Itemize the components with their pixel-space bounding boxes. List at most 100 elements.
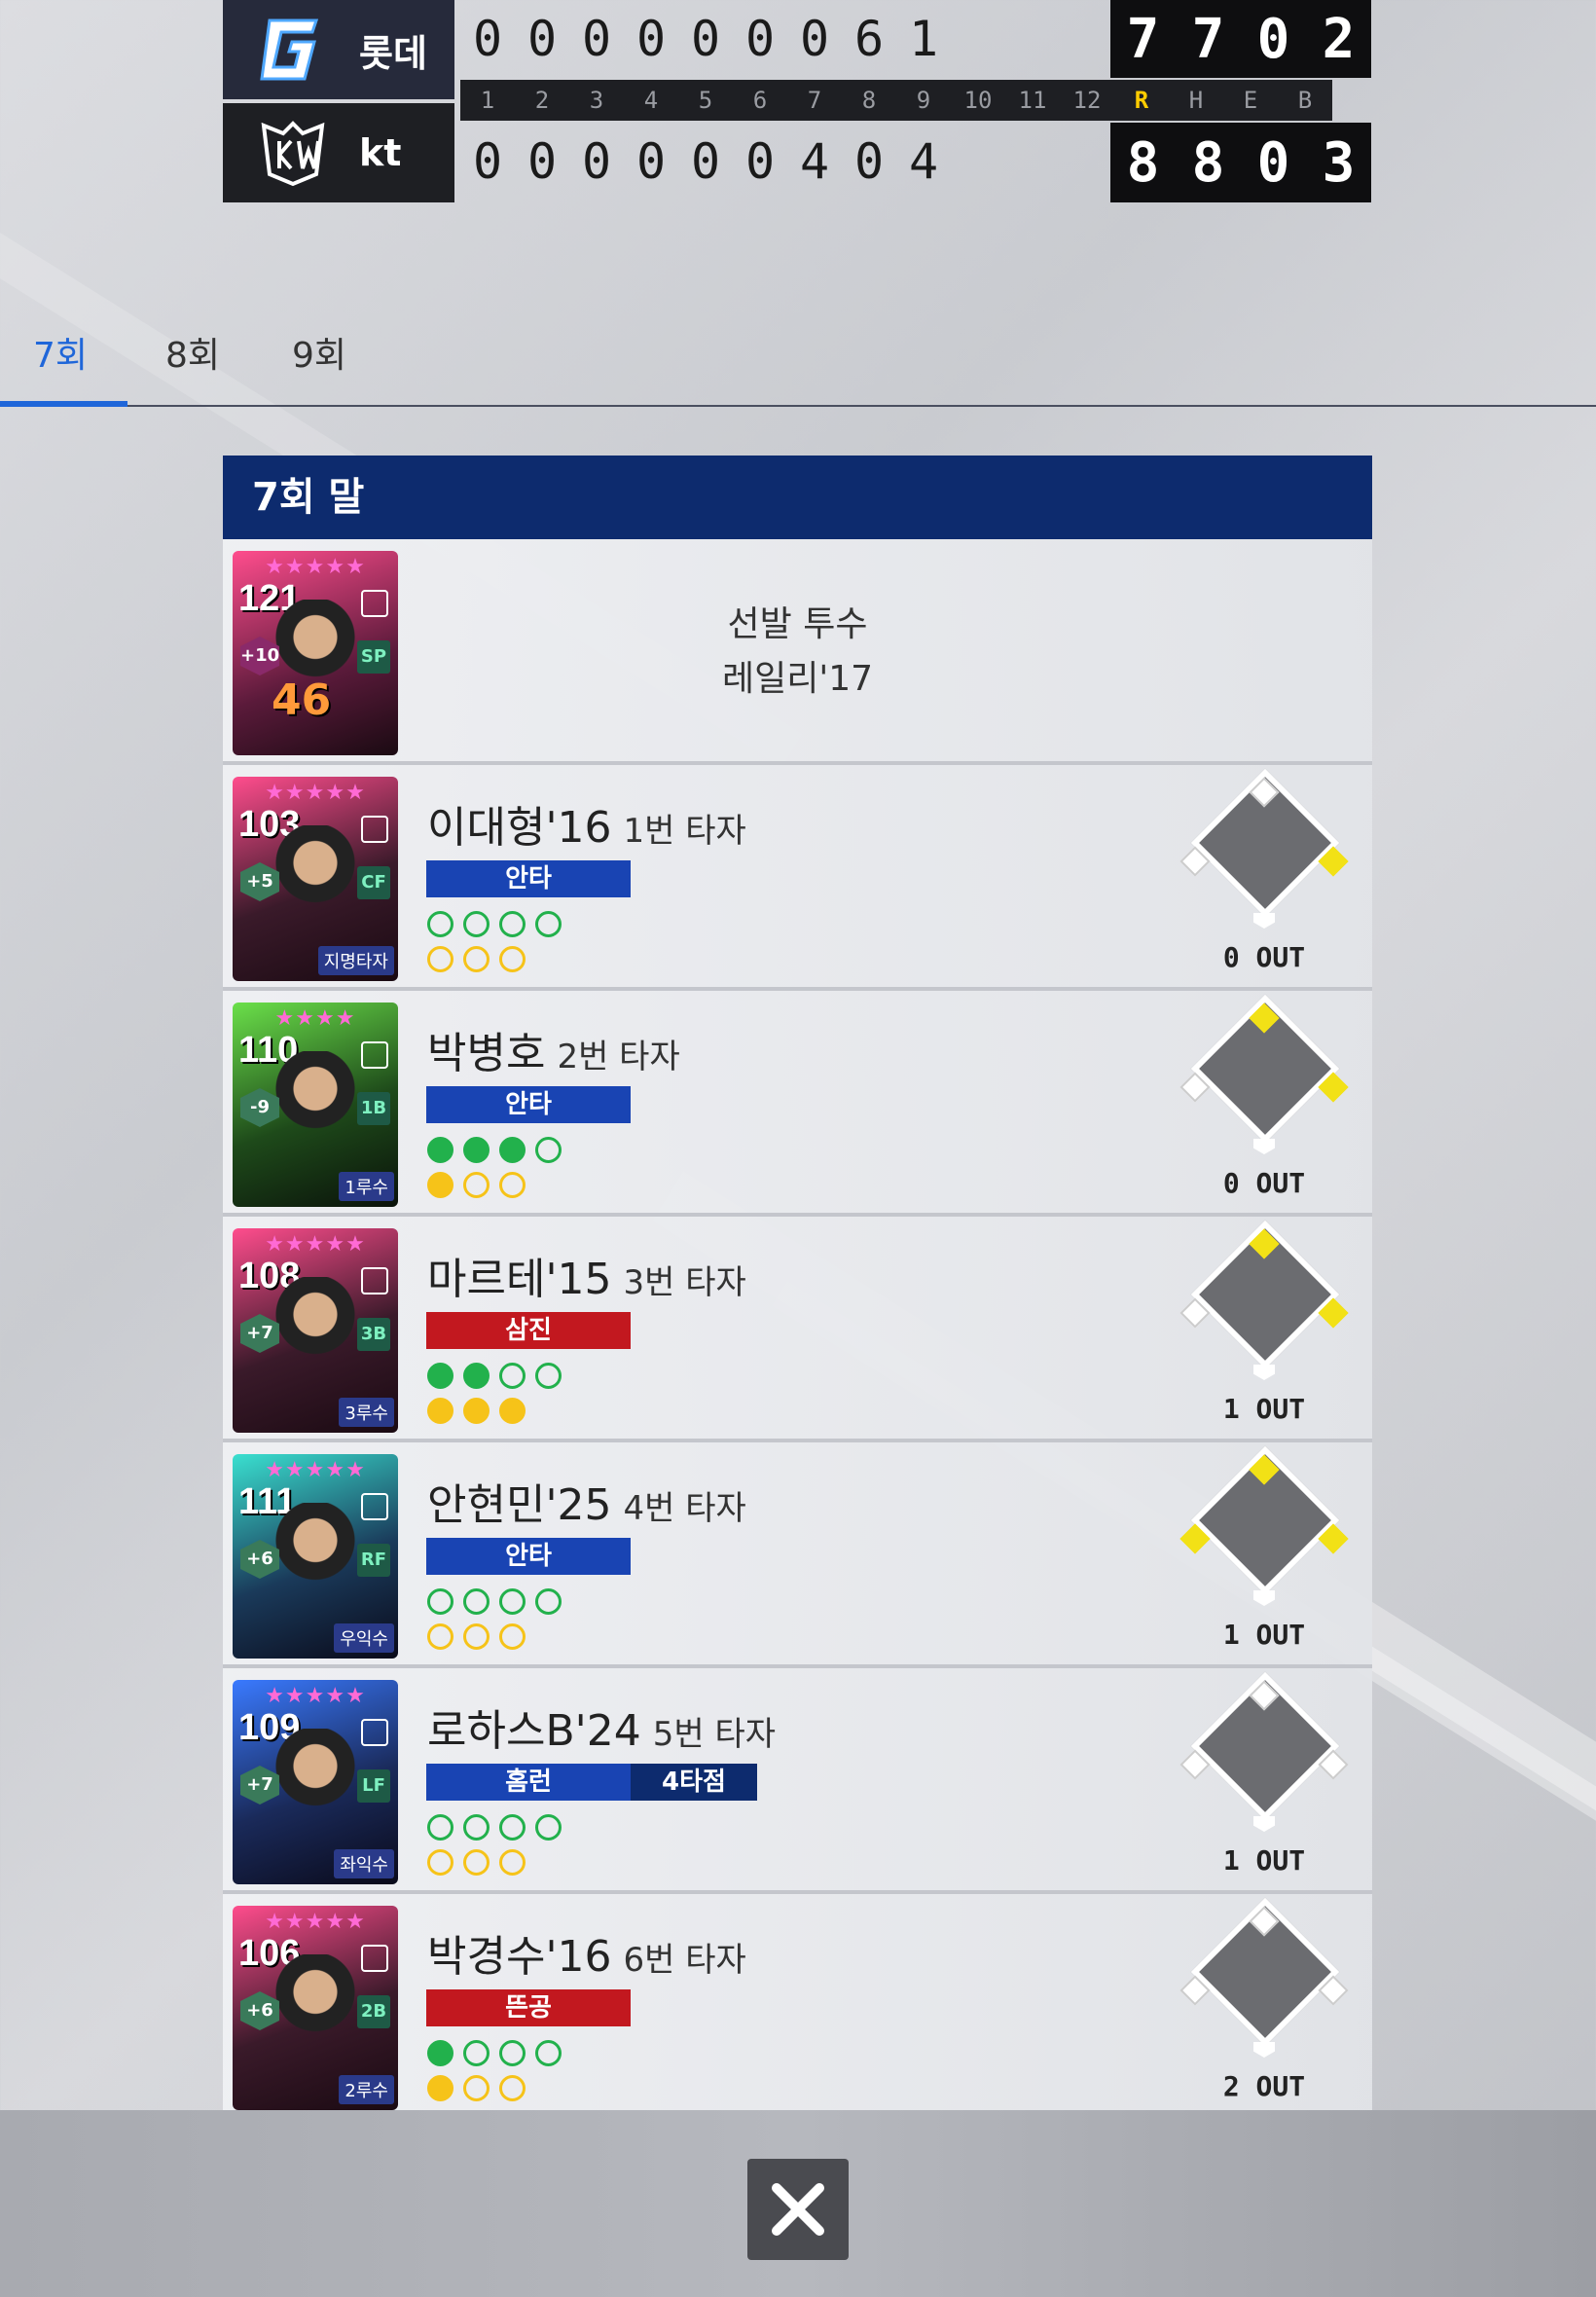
batter-name: 박병호: [427, 1029, 546, 1078]
batting-order: 4번 타자: [623, 1489, 746, 1528]
at-bat-result: 안타: [426, 1538, 631, 1575]
away-runs: 7: [1126, 7, 1160, 71]
ball-count: [427, 2040, 562, 2066]
ball-count: [427, 1137, 562, 1163]
away-inning-8: 6: [853, 11, 885, 67]
inning-half-header: 7회 말: [223, 456, 1372, 539]
ball-count-dot: [463, 2040, 490, 2066]
ball-count-dot: [499, 911, 526, 937]
player-photo: [272, 1503, 359, 1610]
player-card[interactable]: ★★★★★ 111 +6 RF 우익수: [233, 1454, 398, 1659]
base-diamond: 1 OUT: [1179, 1445, 1349, 1653]
strike-count-dot: [499, 1172, 526, 1198]
ball-count-dot: [499, 1814, 526, 1841]
card-position: 3B: [357, 1318, 390, 1351]
batter-name: 안현민'25: [427, 1480, 612, 1530]
result-badge: 안타: [426, 1086, 631, 1123]
ball-count-dot: [463, 1137, 490, 1163]
inning-label: 4: [643, 87, 659, 114]
inning-label: 3: [589, 87, 604, 114]
team-mini-icon: [361, 1267, 388, 1294]
player-card[interactable]: ★★★★ 110 -9 1B 1루수: [233, 1003, 398, 1207]
player-card[interactable]: ★★★★★ 108 +7 3B 3루수: [233, 1228, 398, 1433]
card-role-badge: 3루수: [339, 1398, 394, 1427]
player-card[interactable]: ★★★★★ 106 +6 2B 2루수: [233, 1906, 398, 2110]
strike-count-dot: [463, 1398, 490, 1424]
ball-count-dot: [427, 1588, 453, 1615]
batter-name: 마르테'15: [427, 1255, 612, 1304]
card-stars: ★★★★★: [265, 1910, 366, 1934]
away-inning-5: 0: [690, 11, 721, 67]
tab-inning-9[interactable]: 9회: [292, 327, 346, 378]
strike-count-dot: [427, 1849, 453, 1876]
ball-count-dot: [427, 1814, 453, 1841]
batter-row: ★★★★★ 109 +7 LF 좌익수 로하스B'24 5번 타자 홈런 4타점 …: [223, 1668, 1372, 1894]
strike-count-dot: [463, 946, 490, 972]
base-diamond: 1 OUT: [1179, 1671, 1349, 1878]
strike-count-dot: [427, 2075, 453, 2101]
base-diamond: 2 OUT: [1179, 1897, 1349, 2104]
ball-count: [427, 911, 562, 937]
batting-order: 2번 타자: [557, 1038, 680, 1076]
ball-count-dot: [427, 1363, 453, 1389]
ball-count: [427, 1588, 562, 1615]
inning-label: 1: [480, 87, 495, 114]
ball-count-dot: [535, 2040, 562, 2066]
ball-count-dot: [499, 1363, 526, 1389]
ball-count-dot: [427, 911, 453, 937]
card-role-badge: 지명타자: [317, 946, 394, 975]
inning-label: 10: [963, 87, 993, 114]
ball-count: [427, 1363, 562, 1389]
home-inning-5: 0: [690, 133, 721, 190]
card-stars: ★★★★★: [265, 1232, 366, 1257]
card-role-badge: 우익수: [334, 1623, 394, 1653]
ball-count-dot: [463, 911, 490, 937]
card-position: RF: [357, 1544, 390, 1577]
inning-label: 8: [861, 87, 877, 114]
home-inning-9: 4: [908, 133, 939, 190]
batter-name-line: 마르테'15 3번 타자: [427, 1244, 746, 1306]
ball-count-dot: [535, 1363, 562, 1389]
at-bat-result: 삼진: [426, 1312, 631, 1349]
home-team-name: kt: [359, 131, 402, 174]
team-mini-icon: [361, 816, 388, 843]
strike-count-dot: [499, 2075, 526, 2101]
inning-tabs: 7회 8회 9회: [0, 310, 1596, 407]
away-errors: 0: [1256, 7, 1290, 71]
card-stars: ★★★★★: [265, 555, 366, 579]
card-position: 1B: [357, 1092, 390, 1125]
out-count: 1 OUT: [1222, 1393, 1306, 1425]
inning-label: 7: [807, 87, 822, 114]
tab-inning-8[interactable]: 8회: [165, 327, 220, 378]
card-stars: ★★★★★: [265, 1684, 366, 1708]
base-diamond: 0 OUT: [1179, 768, 1349, 975]
tab-inning-7[interactable]: 7회: [33, 327, 88, 378]
home-plate-icon: [1253, 2042, 1275, 2058]
away-totals: 7 7 0 2: [1110, 0, 1371, 78]
play-by-play-panel[interactable]: 7회 말 ★★★★★ 121 +10 SP 46 선발 투수 레일리'17 ★★…: [223, 456, 1372, 2110]
card-role-badge: 1루수: [339, 1172, 394, 1201]
team-mini-icon: [361, 1945, 388, 1972]
team-mini-icon: [361, 1041, 388, 1069]
inning-label: 12: [1072, 87, 1102, 114]
batter-row: ★★★★★ 111 +6 RF 우익수 안현민'25 4번 타자 안타 1 OUT: [223, 1442, 1372, 1668]
ball-count-dot: [427, 1137, 453, 1163]
player-card[interactable]: ★★★★★ 103 +5 CF 지명타자: [233, 777, 398, 981]
home-plate-icon: [1253, 1139, 1275, 1154]
strike-count-dot: [427, 946, 453, 972]
home-inning-8: 0: [853, 133, 885, 190]
inning-label: 9: [916, 87, 931, 114]
away-team-box: 롯데: [223, 0, 454, 99]
close-button[interactable]: [747, 2159, 849, 2260]
player-card[interactable]: ★★★★★ 109 +7 LF 좌익수: [233, 1680, 398, 1884]
result-badge: 삼진: [426, 1312, 631, 1349]
inning-label: 2: [534, 87, 550, 114]
batting-order: 5번 타자: [652, 1715, 776, 1754]
ball-count-dot: [499, 2040, 526, 2066]
strike-count-dot: [427, 1172, 453, 1198]
out-count: 1 OUT: [1222, 1619, 1306, 1651]
out-count: 0 OUT: [1222, 1167, 1306, 1199]
home-inning-6: 0: [744, 133, 776, 190]
total-label-errors: E: [1243, 87, 1258, 114]
home-totals: 8 8 0 3: [1110, 123, 1371, 202]
